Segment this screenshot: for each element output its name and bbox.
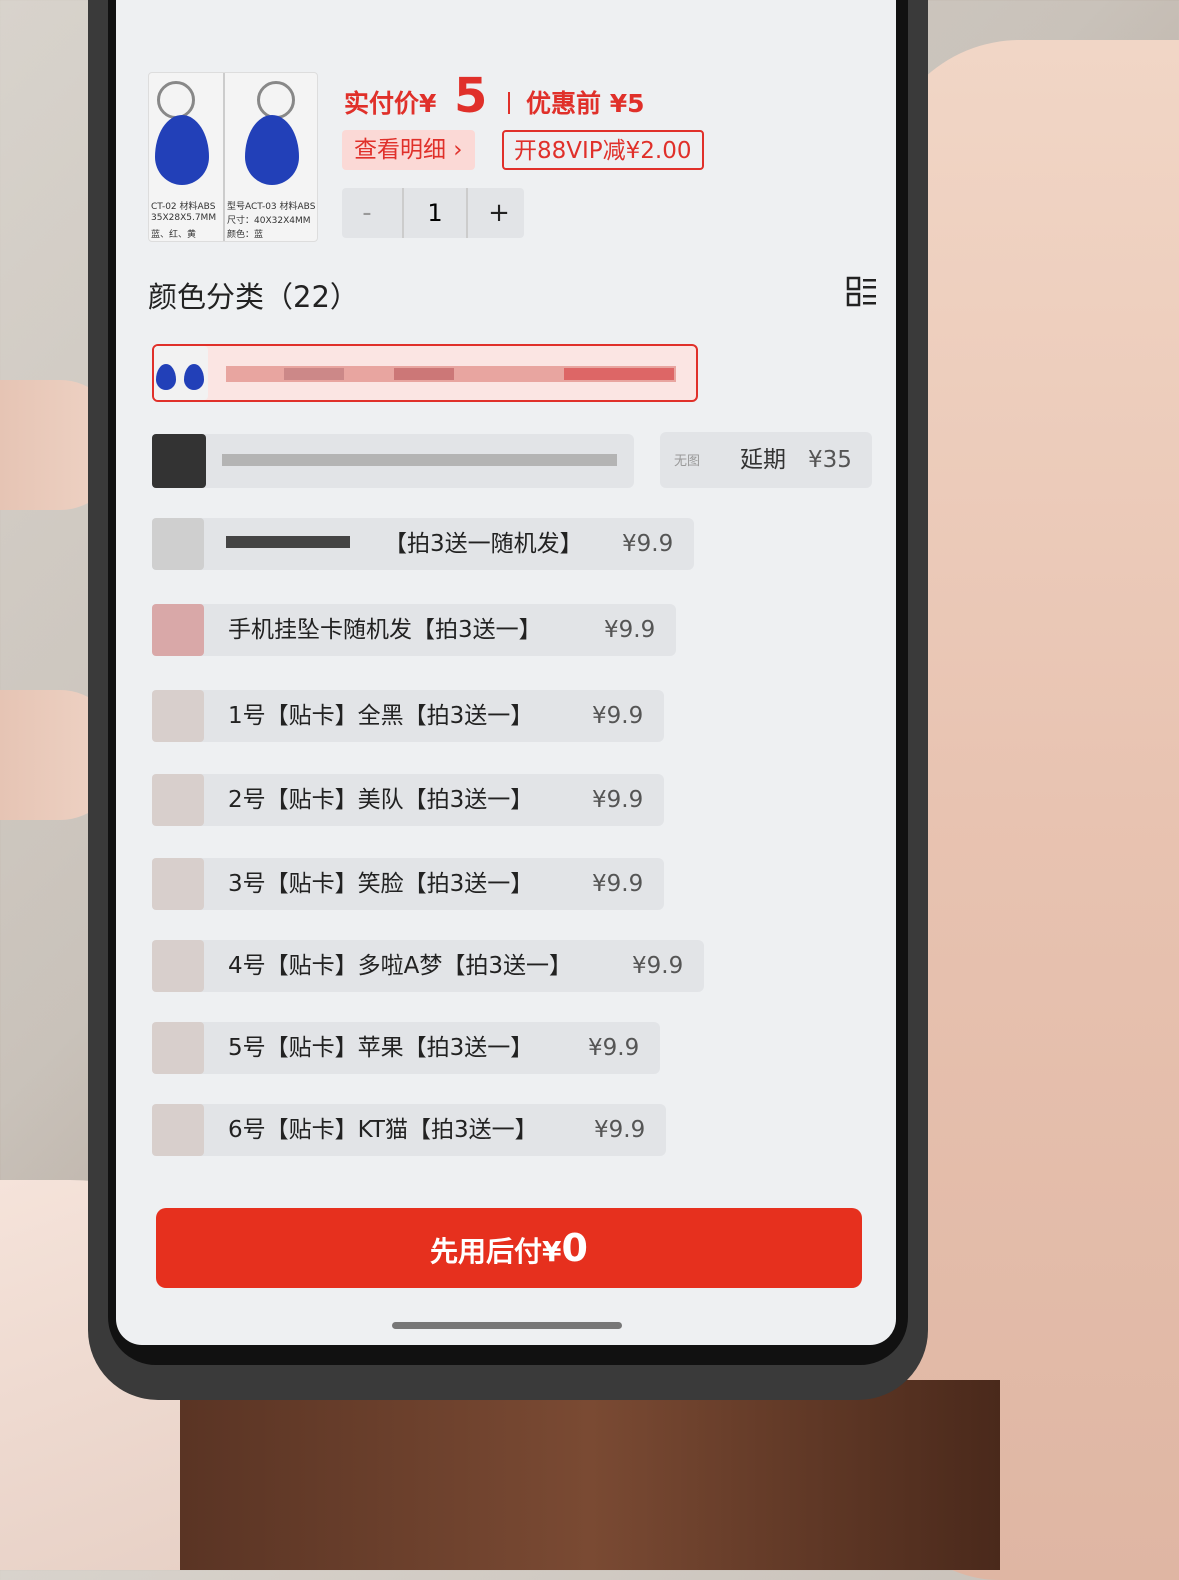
thumbnail-caption: 颜色：蓝 bbox=[227, 230, 264, 240]
quantity-stepper: - 1 + bbox=[342, 188, 524, 238]
price-separator bbox=[508, 92, 510, 114]
vip-discount-button[interactable]: 开88VIP减¥2.00 bbox=[502, 130, 704, 170]
redacted-text bbox=[284, 368, 344, 380]
sku-option[interactable]: 5号【贴卡】苹果【拍3送一】 ¥9.9 bbox=[152, 1022, 660, 1074]
sku-thumbnail bbox=[152, 1022, 204, 1074]
actual-price-label: 实付价¥ bbox=[344, 89, 437, 118]
sku-label: 6号【贴卡】KT猫【拍3送一】 bbox=[228, 1117, 538, 1143]
sku-price: ¥9.9 bbox=[622, 531, 674, 557]
redacted-text bbox=[222, 454, 617, 466]
actual-price-value: 5 bbox=[454, 68, 488, 124]
sku-thumbnail bbox=[152, 1104, 204, 1156]
sku-option[interactable]: 3号【贴卡】笑脸【拍3送一】 ¥9.9 bbox=[152, 858, 664, 910]
redacted-text bbox=[564, 368, 674, 380]
sku-label: 1号【贴卡】全黑【拍3送一】 bbox=[228, 703, 534, 729]
sku-option[interactable]: 6号【贴卡】KT猫【拍3送一】 ¥9.9 bbox=[152, 1104, 666, 1156]
thumbnail-divider bbox=[223, 73, 225, 241]
thumbnail-caption: 35X28X5.7MM bbox=[151, 213, 217, 223]
view-details-button[interactable]: 查看明细 › bbox=[342, 130, 475, 170]
sku-thumbnail bbox=[152, 434, 206, 488]
sku-thumbnail bbox=[154, 346, 208, 400]
sku-price: ¥35 bbox=[808, 447, 852, 473]
sku-label: 2号【贴卡】美队【拍3送一】 bbox=[228, 787, 534, 813]
sku-option[interactable]: 4号【贴卡】多啦A梦【拍3送一】 ¥9.9 bbox=[152, 940, 704, 992]
sku-thumbnail bbox=[152, 604, 204, 656]
sku-label: 手机挂坠卡随机发【拍3送一】 bbox=[228, 617, 542, 643]
sku-price: ¥9.9 bbox=[632, 953, 684, 979]
no-image-badge: 无图 bbox=[674, 454, 701, 469]
keyfob-image bbox=[184, 364, 204, 390]
background-floor bbox=[180, 1380, 1000, 1570]
pay-later-amount: 0 bbox=[561, 1226, 588, 1270]
sku-option[interactable]: 手机挂坠卡随机发【拍3送一】 ¥9.9 bbox=[152, 604, 676, 656]
sku-thumbnail bbox=[152, 774, 204, 826]
product-thumbnail[interactable]: CT-02 材料ABS 35X28X5.7MM 蓝、红、黄 型号ACT-03 材… bbox=[148, 72, 318, 242]
color-category-title: 颜色分类（22） bbox=[148, 280, 359, 314]
redacted-text bbox=[394, 368, 454, 380]
increase-button[interactable]: + bbox=[474, 188, 524, 238]
sku-selector-screen: CT-02 材料ABS 35X28X5.7MM 蓝、红、黄 型号ACT-03 材… bbox=[116, 0, 896, 1345]
keyring-icon bbox=[157, 81, 195, 119]
sku-label: 延期 bbox=[740, 447, 786, 473]
redacted-text bbox=[226, 536, 350, 548]
sku-thumbnail bbox=[152, 858, 204, 910]
sku-label: 【拍3送一随机发】 bbox=[384, 531, 583, 557]
keyfob-image bbox=[156, 364, 176, 390]
sku-thumbnail bbox=[152, 690, 204, 742]
keyfob-image bbox=[155, 115, 209, 185]
sku-price: ¥9.9 bbox=[592, 703, 644, 729]
sku-option[interactable]: 【拍3送一随机发】 ¥9.9 bbox=[152, 518, 694, 570]
sku-price: ¥9.9 bbox=[592, 787, 644, 813]
sku-option[interactable] bbox=[152, 434, 634, 488]
pay-later-button[interactable]: 先用后付¥0 bbox=[156, 1208, 862, 1288]
thumbnail-caption: 型号ACT-03 材料ABS bbox=[227, 202, 316, 212]
home-indicator[interactable] bbox=[392, 1322, 622, 1329]
sku-option-selected[interactable] bbox=[152, 344, 698, 402]
sku-label: 5号【贴卡】苹果【拍3送一】 bbox=[228, 1035, 534, 1061]
pay-later-label: 先用后付¥ bbox=[430, 1235, 562, 1268]
decrease-button[interactable]: - bbox=[342, 188, 392, 238]
sku-option[interactable]: 1号【贴卡】全黑【拍3送一】 ¥9.9 bbox=[152, 690, 664, 742]
sku-label: 3号【贴卡】笑脸【拍3送一】 bbox=[228, 871, 534, 897]
sku-price: ¥9.9 bbox=[588, 1035, 640, 1061]
sku-option[interactable]: 2号【贴卡】美队【拍3送一】 ¥9.9 bbox=[152, 774, 664, 826]
keyfob-image bbox=[245, 115, 299, 185]
thumbnail-caption: 蓝、红、黄 bbox=[151, 230, 197, 240]
list-view-icon[interactable] bbox=[846, 276, 878, 308]
sku-option-delayed[interactable]: 无图 延期 ¥35 bbox=[660, 432, 872, 488]
sku-price: ¥9.9 bbox=[604, 617, 656, 643]
sku-label: 4号【贴卡】多啦A梦【拍3送一】 bbox=[228, 953, 573, 979]
quantity-value[interactable]: 1 bbox=[402, 188, 468, 238]
sku-price: ¥9.9 bbox=[592, 871, 644, 897]
sku-thumbnail bbox=[152, 940, 204, 992]
sku-thumbnail bbox=[152, 518, 204, 570]
thumbnail-caption: CT-02 材料ABS bbox=[151, 202, 216, 212]
original-price: 优惠前 ¥5 bbox=[526, 89, 645, 118]
keyring-icon bbox=[257, 81, 295, 119]
sku-price: ¥9.9 bbox=[594, 1117, 646, 1143]
thumbnail-caption: 尺寸：40X32X4MM bbox=[227, 216, 311, 226]
